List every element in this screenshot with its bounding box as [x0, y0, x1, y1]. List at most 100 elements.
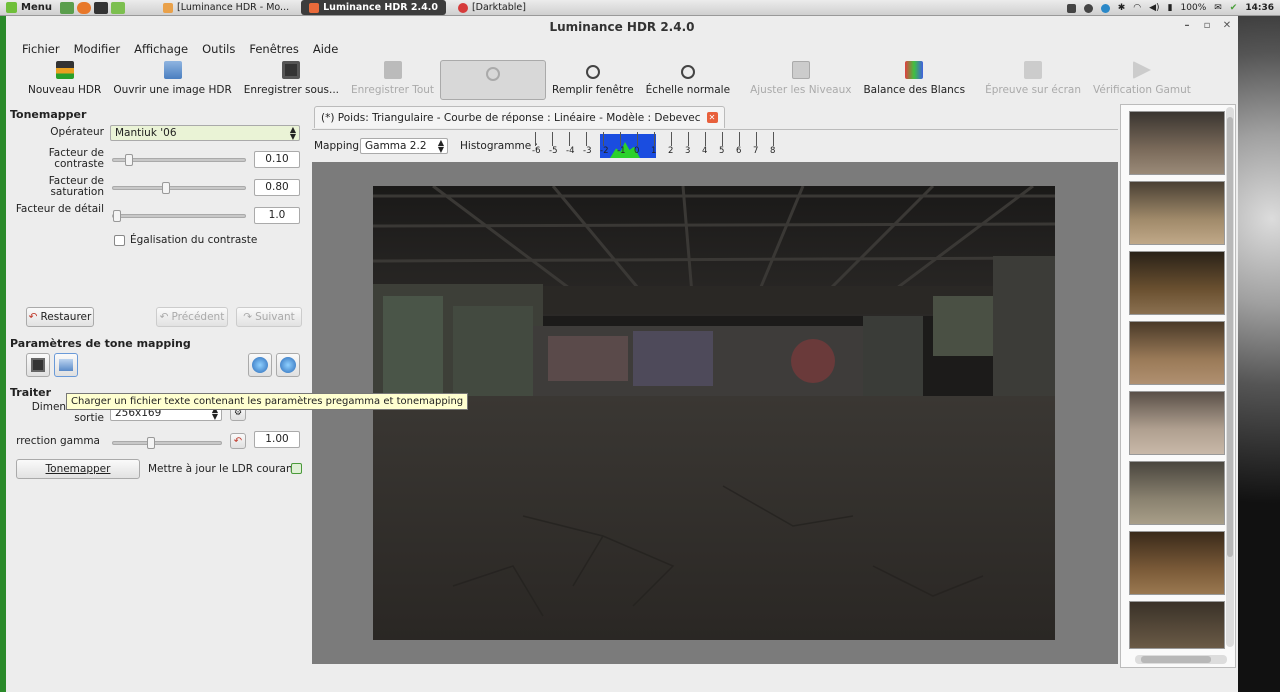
start-menu-label: Menu	[21, 2, 52, 13]
adjust-levels-button[interactable]: Ajuster les Niveaux	[744, 60, 857, 100]
new-hdr-icon	[55, 61, 74, 79]
slider-handle[interactable]	[125, 154, 134, 166]
saturation-spinbox[interactable]: 0.80	[254, 179, 300, 196]
histogram-tick-label: -1	[617, 146, 626, 156]
thumbnails-vertical-scrollbar[interactable]	[1226, 107, 1234, 647]
menu-aide[interactable]: Aide	[313, 42, 338, 56]
contrast-spinbox[interactable]: 0.10	[254, 151, 300, 168]
toolbar-label: Épreuve sur écran	[985, 84, 1081, 96]
menu-outils[interactable]: Outils	[202, 42, 235, 56]
tonemapper-section-title: Tonemapper	[10, 108, 87, 121]
saturation-slider[interactable]	[112, 182, 246, 194]
tonemap-button[interactable]: Tonemapper	[16, 459, 140, 479]
normal-scale-button[interactable]: Échelle normale	[640, 60, 736, 100]
fill-window-button[interactable]: Remplir fenêtre	[546, 60, 640, 100]
load-params-button[interactable]	[54, 353, 78, 377]
wifi-icon[interactable]: ◠	[1133, 3, 1141, 13]
start-menu-button[interactable]: Menu	[0, 2, 60, 13]
mail-icon[interactable]: ✉	[1214, 3, 1222, 13]
update-shield-icon[interactable]: ✔	[1230, 3, 1238, 13]
gamma-slider[interactable]	[112, 437, 222, 449]
volume-icon[interactable]: ◀)	[1149, 3, 1159, 13]
export-params-button[interactable]	[276, 353, 300, 377]
next-button[interactable]: ↷ Suivant	[236, 307, 302, 327]
thumbnail-3[interactable]	[1129, 251, 1225, 315]
slider-handle[interactable]	[161, 182, 170, 194]
import-params-button[interactable]	[248, 353, 272, 377]
white-balance-button[interactable]: Balance des Blancs	[857, 60, 971, 100]
undo-icon: ↶	[28, 311, 38, 323]
histogram-tick	[654, 132, 655, 146]
zoom-fit-toggle-button[interactable]	[440, 60, 547, 100]
desktop-switch-icon[interactable]	[1066, 3, 1076, 13]
folder-icon[interactable]	[110, 1, 125, 14]
bluetooth-icon[interactable]: ✱	[1118, 3, 1126, 13]
update-ldr-checkbox[interactable]	[291, 463, 302, 474]
previous-button[interactable]: ↶ Précédent	[156, 307, 228, 327]
menu-fenetres[interactable]: Fenêtres	[249, 42, 298, 56]
minimize-button[interactable]: –	[1180, 19, 1194, 33]
thumbnail-5[interactable]	[1129, 391, 1225, 455]
thumbnail-4[interactable]	[1129, 321, 1225, 385]
task-luminance-mo[interactable]: [Luminance HDR - Mo...	[155, 0, 297, 15]
thumbnail-8[interactable]	[1129, 601, 1225, 649]
save-all-button[interactable]: Enregistrer Tout	[345, 60, 440, 100]
thumbnail-6[interactable]	[1129, 461, 1225, 525]
operator-value: Mantiuk '06	[115, 127, 177, 139]
open-image-icon	[163, 61, 182, 79]
scrollbar-thumb[interactable]	[1141, 656, 1211, 663]
thumbnail-1[interactable]	[1129, 111, 1225, 175]
histogram-widget[interactable]: -6 -5 -4 -3 -2 -1 0 1 2 3 4 5 6 7 8	[532, 132, 775, 158]
gamut-check-button[interactable]: Vérification Gamut	[1087, 60, 1197, 100]
contrast-slider[interactable]	[112, 154, 246, 166]
thumbnails-horizontal-scrollbar[interactable]	[1135, 655, 1227, 664]
mapping-select[interactable]: Gamma 2.2 ▲ ▼	[360, 138, 448, 154]
task-luminance-active[interactable]: Luminance HDR 2.4.0	[301, 0, 446, 15]
globe-arrow-icon	[280, 357, 296, 373]
toolbar-label: Échelle normale	[645, 84, 731, 96]
menu-modifier[interactable]: Modifier	[74, 42, 121, 56]
open-hdr-button[interactable]: Ouvrir une image HDR	[107, 60, 237, 100]
thumbnail-2[interactable]	[1129, 181, 1225, 245]
histogram-tick	[705, 132, 706, 146]
close-button[interactable]: ✕	[1220, 19, 1234, 33]
slider-handle[interactable]	[147, 437, 156, 449]
histogram-tick-label: -6	[532, 146, 541, 156]
detail-spinbox[interactable]: 1.0	[254, 207, 300, 224]
clock[interactable]: 14:36	[1245, 3, 1274, 13]
new-hdr-button[interactable]: Nouveau HDR	[22, 60, 107, 100]
gamma-spinbox[interactable]: 1.00	[254, 431, 300, 448]
close-tab-icon[interactable]: ✕	[706, 112, 718, 123]
system-tray: ✱ ◠ ◀) ▮ 100% ✉ ✔ 14:36	[1066, 0, 1274, 16]
terminal-icon[interactable]	[93, 1, 108, 14]
task-darktable[interactable]: [Darktable]	[450, 0, 534, 15]
histogram-tick	[671, 132, 672, 146]
hdr-tab[interactable]: (*) Poids: Triangulaire - Courbe de répo…	[314, 106, 725, 128]
menu-fichier[interactable]: Fichier	[22, 42, 60, 56]
soft-proof-icon	[1024, 61, 1043, 79]
battery-icon[interactable]: ▮	[1168, 3, 1173, 13]
restore-button[interactable]: ↶ Restaurer	[26, 307, 94, 327]
maximize-button[interactable]: ▫	[1200, 19, 1214, 33]
image-viewport[interactable]	[312, 162, 1118, 664]
soft-proof-button[interactable]: Épreuve sur écran	[979, 60, 1087, 100]
zoom-1to1-icon	[680, 65, 695, 79]
equalization-checkbox[interactable]	[114, 235, 125, 246]
save-params-button[interactable]	[26, 353, 50, 377]
save-as-button[interactable]: Enregistrer sous...	[238, 60, 345, 100]
skype-icon[interactable]	[1100, 3, 1110, 13]
slider-handle[interactable]	[113, 210, 121, 222]
detail-slider[interactable]	[112, 210, 246, 222]
main-toolbar: Nouveau HDR Ouvrir une image HDR Enregis…	[6, 60, 1238, 100]
operator-select[interactable]: Mantiuk '06 ▲ ▼	[110, 125, 300, 141]
desktop-icon[interactable]	[59, 1, 74, 14]
window-titlebar[interactable]: Luminance HDR 2.4.0 – ▫ ✕	[6, 16, 1238, 38]
menu-affichage[interactable]: Affichage	[134, 42, 188, 56]
gamma-reset-button[interactable]: ↶	[230, 433, 246, 449]
histogram-tick-label: 2	[668, 146, 674, 156]
scrollbar-thumb[interactable]	[1227, 117, 1233, 557]
user-icon[interactable]	[1083, 3, 1093, 13]
thumbnail-7[interactable]	[1129, 531, 1225, 595]
toolbar-label: Vérification Gamut	[1093, 84, 1191, 96]
firefox-icon[interactable]	[76, 1, 91, 14]
